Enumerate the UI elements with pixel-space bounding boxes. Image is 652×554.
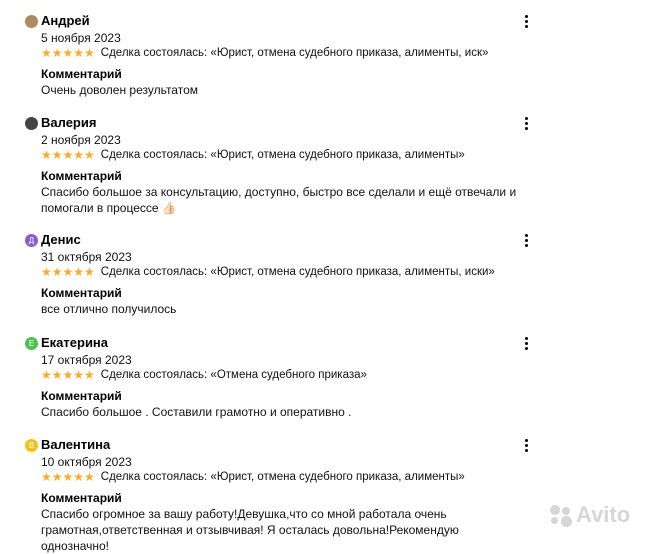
review-date: 10 октября 2023 xyxy=(41,455,132,469)
deal-info: Сделка состоялась: «Юрист, отмена судебн… xyxy=(100,266,495,278)
comment-text: Спасибо огромное за вашу работу!Девушка,… xyxy=(41,507,459,553)
rating-row: ★★★★★ Сделка состоялась: «Юрист, отмена с… xyxy=(41,265,495,280)
star-rating: ★★★★★ xyxy=(41,470,95,484)
comment-label: Комментарий xyxy=(41,286,122,300)
reviewer-name: Валентина xyxy=(41,437,111,452)
comment-text: Спасибо большое . Составили грамотно и о… xyxy=(41,405,352,419)
comment-label: Комментарий xyxy=(41,67,122,81)
star-rating: ★★★★★ xyxy=(41,148,95,162)
comment-text: Очень доволен результатом xyxy=(41,83,198,97)
rating-row: ★★★★★ Сделка состоялась: «Отмена судебног… xyxy=(41,368,367,383)
more-options-icon[interactable] xyxy=(522,15,530,29)
review-date: 17 октября 2023 xyxy=(41,353,132,367)
comment-label: Комментарий xyxy=(41,389,122,403)
reviewer-name: Валерия xyxy=(41,115,97,130)
deal-info: Сделка состоялась: «Юрист, отмена судебн… xyxy=(100,149,465,161)
review-date: 31 октября 2023 xyxy=(41,250,132,264)
avatar xyxy=(25,15,38,28)
comment-text: Спасибо большое за консультацию, доступн… xyxy=(41,185,517,215)
star-rating: ★★★★★ xyxy=(41,368,95,382)
star-rating: ★★★★★ xyxy=(41,265,95,279)
review-date: 2 ноября 2023 xyxy=(41,133,121,147)
review-date: 5 ноября 2023 xyxy=(41,31,121,45)
rating-row: ★★★★★ Сделка состоялась: «Юрист, отмена с… xyxy=(41,148,465,163)
rating-row: ★★★★★ Сделка состоялась: «Юрист, отмена с… xyxy=(41,46,488,61)
deal-info: Сделка состоялась: «Юрист, отмена судебн… xyxy=(100,47,489,59)
more-options-icon[interactable] xyxy=(522,337,530,351)
more-options-icon[interactable] xyxy=(522,234,530,248)
more-options-icon[interactable] xyxy=(522,439,530,453)
star-rating: ★★★★★ xyxy=(41,46,95,60)
avatar: Д xyxy=(25,234,38,247)
reviewer-name: Андрей xyxy=(41,13,90,28)
avatar xyxy=(25,117,38,130)
avito-watermark-text: Avito xyxy=(576,502,631,527)
comment-label: Комментарий xyxy=(41,169,122,183)
more-options-icon[interactable] xyxy=(522,117,530,131)
avito-watermark: Avito xyxy=(548,502,630,528)
reviewer-name: Денис xyxy=(41,232,81,247)
comment-text: все отлично получилось xyxy=(41,302,177,316)
rating-row: ★★★★★ Сделка состоялась: «Юрист, отмена с… xyxy=(41,470,465,485)
avatar: Е xyxy=(25,337,38,350)
avito-logo-icon xyxy=(548,502,576,528)
deal-info: Сделка состоялась: «Отмена судебного при… xyxy=(100,369,367,381)
comment-label: Комментарий xyxy=(41,491,122,505)
avatar: В xyxy=(25,439,38,452)
reviewer-name: Екатерина xyxy=(41,335,109,350)
deal-info: Сделка состоялась: «Юрист, отмена судебн… xyxy=(100,471,465,483)
